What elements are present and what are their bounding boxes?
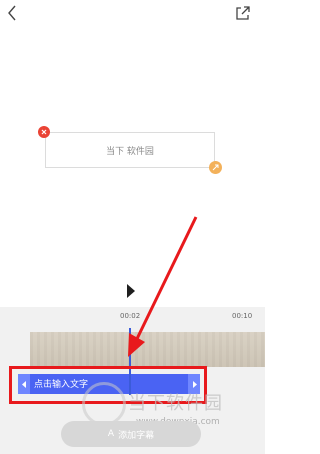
video-clip-strip[interactable] [30, 332, 265, 367]
resize-handle[interactable] [209, 161, 222, 174]
add-subtitle-label: 添加字幕 [118, 430, 155, 441]
time-label-end: 00:10 [232, 312, 253, 320]
text-icon: A [107, 429, 115, 439]
canvas-text-box[interactable]: 当下 软件园 [45, 132, 215, 168]
share-button[interactable] [232, 2, 254, 24]
play-icon [127, 284, 135, 298]
time-label-current: 00:02 [120, 312, 141, 320]
watermark-logo [82, 382, 126, 426]
play-button[interactable] [122, 283, 138, 299]
close-icon [41, 129, 47, 135]
watermark-title: 当下软件园 [128, 393, 223, 414]
delete-text-button[interactable] [38, 126, 50, 138]
chevron-left-icon [8, 5, 16, 21]
add-subtitle-button[interactable]: A 添加字幕 [61, 421, 201, 447]
back-button[interactable] [2, 2, 22, 24]
canvas-text: 当下 软件园 [106, 146, 154, 157]
resize-arrow-icon [212, 164, 219, 171]
share-icon [236, 6, 250, 20]
